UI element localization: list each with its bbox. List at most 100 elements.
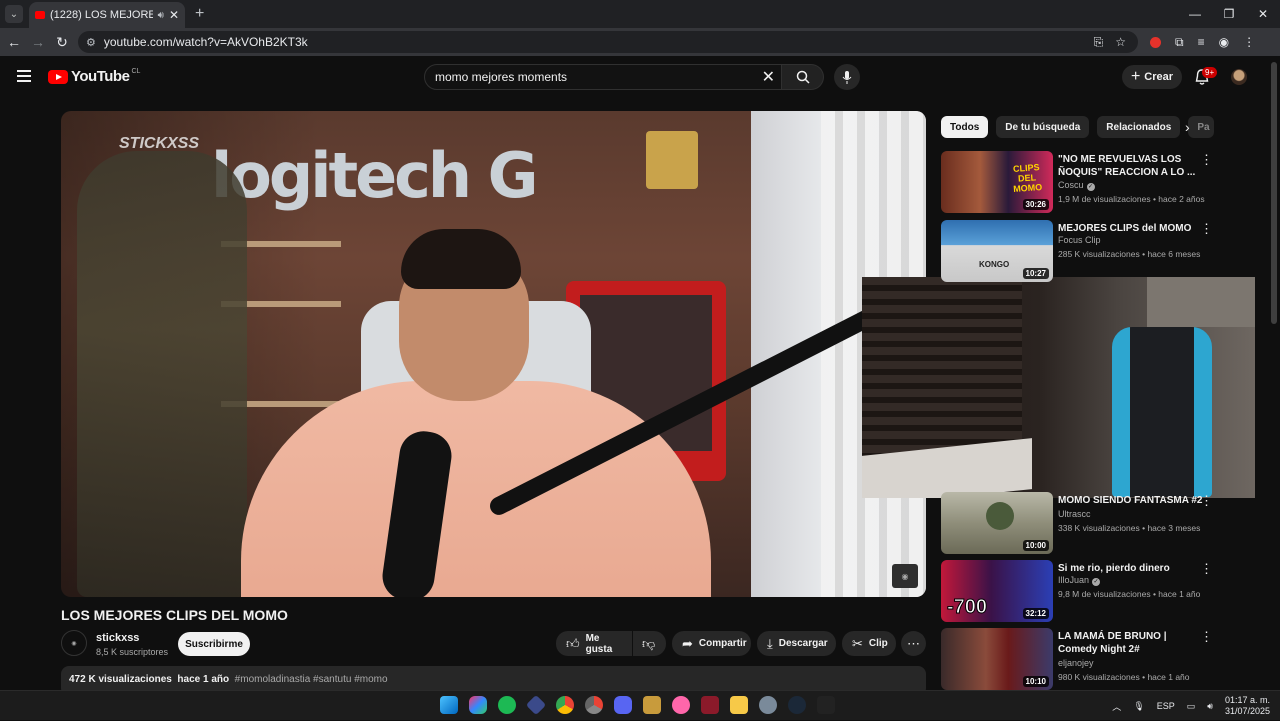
chrome-profile-icon[interactable] [585,696,603,714]
address-bar[interactable]: ⚙ youtube.com/watch?v=AkVOhB2KT3k ⎘ ☆ [78,31,1138,53]
youtube-logo[interactable]: YouTube CL [48,68,140,85]
recommendation-item[interactable]: 10:10 LA MAMÁ DE BRUNO | Comedy Night 2#… [941,628,1231,690]
download-button[interactable]: ⤓ Descargar [757,631,836,656]
video-thumbnail[interactable]: -700 32:12 [941,560,1053,622]
recommendation-item[interactable]: 10:00 MOMO SIENDO FANTASMA #2 Ultrascc 3… [941,492,1231,554]
close-tab-icon[interactable]: ✕ [169,8,179,22]
bookmark-star-icon[interactable]: ☆ [1115,35,1126,49]
recommendation-meta: 980 K visualizaciones • hace 1 año [1058,672,1190,682]
recommendation-channel[interactable]: Coscu ✓ [1058,180,1095,191]
hashtags[interactable]: #momoladinastia #santutu #momo [235,674,388,685]
minimize-button[interactable]: — [1178,0,1212,28]
more-vert-icon[interactable]: ⋮ [1200,629,1213,645]
recommendation-channel[interactable]: Focus Clip [1058,235,1101,245]
recommendation-title[interactable]: LA MAMÁ DE BRUNO | Comedy Night 2# [1058,630,1208,656]
reload-button[interactable]: ↻ [50,30,74,54]
vpn-icon[interactable] [525,694,547,716]
clip-button[interactable]: ✂ Clip [842,631,896,656]
search-input[interactable]: momo mejores moments ✕ [424,64,782,90]
chip-related[interactable]: Relacionados [1097,116,1181,138]
subscribe-button[interactable]: Suscribirme [178,632,250,656]
file-explorer-icon[interactable] [730,696,748,714]
thumbnail-helmet [986,502,1014,530]
dayz-icon[interactable] [817,696,835,714]
chip-partial[interactable]: Pa [1188,116,1215,138]
video-player[interactable]: logitech G STICKXSS ◉ [61,111,926,597]
system-tray: ︿ 🎙︎ ESP ▭ 🔊︎ 01:17 a. m. 31/07/2025 [1112,691,1280,721]
dislike-button[interactable]: 👎︎ [633,631,666,656]
back-button[interactable]: ← [2,30,26,54]
more-vert-icon[interactable]: ⋮ [1200,152,1213,168]
chrome-icon[interactable] [556,696,574,714]
discord-icon[interactable] [614,696,632,714]
extension-red-icon[interactable] [1150,36,1161,48]
forward-button[interactable]: → [26,30,50,54]
windows-start-icon[interactable] [440,696,458,714]
speaker-icon[interactable]: 🔊︎ [158,10,164,21]
clock-date: 31/07/2025 [1224,706,1270,716]
chrome-menu-icon[interactable]: ⋮ [1243,35,1255,49]
language-indicator[interactable]: ESP [1157,701,1175,711]
recommendation-channel[interactable]: Ultrascc [1058,509,1091,519]
chevron-right-icon[interactable]: › [1185,119,1190,135]
valorant-icon[interactable] [643,696,661,714]
volume-icon[interactable]: 🔊︎ [1207,701,1213,712]
install-app-icon[interactable]: ⎘ [1094,35,1104,50]
tray-overflow-icon[interactable]: ︿ [1112,700,1121,713]
share-button[interactable]: ➦ Compartir [672,631,751,656]
video-thumbnail[interactable]: KONGO 10:27 [941,220,1053,282]
voice-search-button[interactable] [834,64,860,90]
search-button[interactable] [782,64,824,90]
recommendation-channel[interactable]: IlloJuan ✓ [1058,575,1101,586]
recommendation-item[interactable]: CLIPS DEL MOMO 30:26 "NO ME REVUELVAS LO… [941,151,1231,213]
recommendation-item[interactable]: KONGO 10:27 MEJORES CLIPS del MOMO Focus… [941,220,1231,282]
close-window-button[interactable]: ✕ [1246,0,1280,28]
like-button[interactable]: 👍︎ Me gusta [556,631,632,656]
chip-from-search[interactable]: De tu búsqueda [996,116,1090,138]
recommendation-channel[interactable]: eljanojey [1058,658,1094,668]
taskbar-clock[interactable]: 01:17 a. m. 31/07/2025 [1225,695,1270,717]
game-launcher-icon[interactable] [701,696,719,714]
recommendation-title[interactable]: Si me rio, pierdo dinero [1058,562,1208,575]
video-thumbnail[interactable]: 10:00 [941,492,1053,554]
recommendation-title[interactable]: "NO ME REVUELVAS LOS ÑOQUIS" REACCION A … [1058,153,1208,179]
page-scrollbar[interactable] [1271,62,1277,324]
video-thumbnail[interactable]: CLIPS DEL MOMO 30:26 [941,151,1053,213]
chip-all[interactable]: Todos [941,116,989,138]
menu-hamburger-icon[interactable] [17,70,31,82]
recommendation-item[interactable]: -700 32:12 Si me rio, pierdo dinero Illo… [941,560,1231,622]
more-actions-button[interactable]: ⋯ [901,631,926,656]
video-duration: 10:10 [1022,676,1049,687]
tab-search-icon[interactable]: ⌄ [5,5,23,23]
create-button[interactable]: + Crear [1122,65,1182,89]
restore-button[interactable]: ❐ [1212,0,1246,28]
site-info-icon[interactable]: ⚙ [86,36,96,49]
video-thumbnail[interactable]: 10:10 [941,628,1053,690]
channel-avatar[interactable]: ◉ [61,630,87,656]
settings-gear-icon[interactable] [759,696,777,714]
youtube-masthead: YouTube CL momo mejores moments ✕ + Crea… [0,56,1280,98]
more-horizontal-icon: ⋯ [907,635,920,651]
osu-icon[interactable] [672,696,690,714]
more-vert-icon[interactable]: ⋮ [1200,561,1213,577]
media-control-icon[interactable]: ≡ [1198,35,1205,49]
extensions-puzzle-icon[interactable]: ⧉ [1175,35,1184,50]
microphone-tray-icon[interactable]: 🎙︎ [1133,701,1144,712]
account-avatar[interactable] [1231,69,1247,85]
clear-search-icon[interactable]: ✕ [762,67,775,87]
floating-webcam-window[interactable] [862,277,1255,498]
more-vert-icon[interactable]: ⋮ [1200,221,1213,237]
more-vert-icon[interactable]: ⋮ [1200,493,1213,509]
steam-icon[interactable] [788,696,806,714]
network-icon[interactable]: ▭ [1187,701,1196,712]
browser-tab[interactable]: (1228) LOS MEJORES CLIPS 🔊︎ ✕ [29,2,185,28]
new-tab-button[interactable]: + [195,5,204,23]
taskbar-apps [440,694,835,716]
recommendation-title[interactable]: MEJORES CLIPS del MOMO [1058,222,1208,235]
copilot-icon[interactable] [469,696,487,714]
channel-name[interactable]: stickxss [96,632,139,644]
channel-branding-icon[interactable]: ◉ [892,564,918,588]
spotify-icon[interactable] [498,696,516,714]
recommendation-title[interactable]: MOMO SIENDO FANTASMA #2 [1058,494,1208,507]
profile-icon[interactable]: ◉ [1219,35,1229,49]
